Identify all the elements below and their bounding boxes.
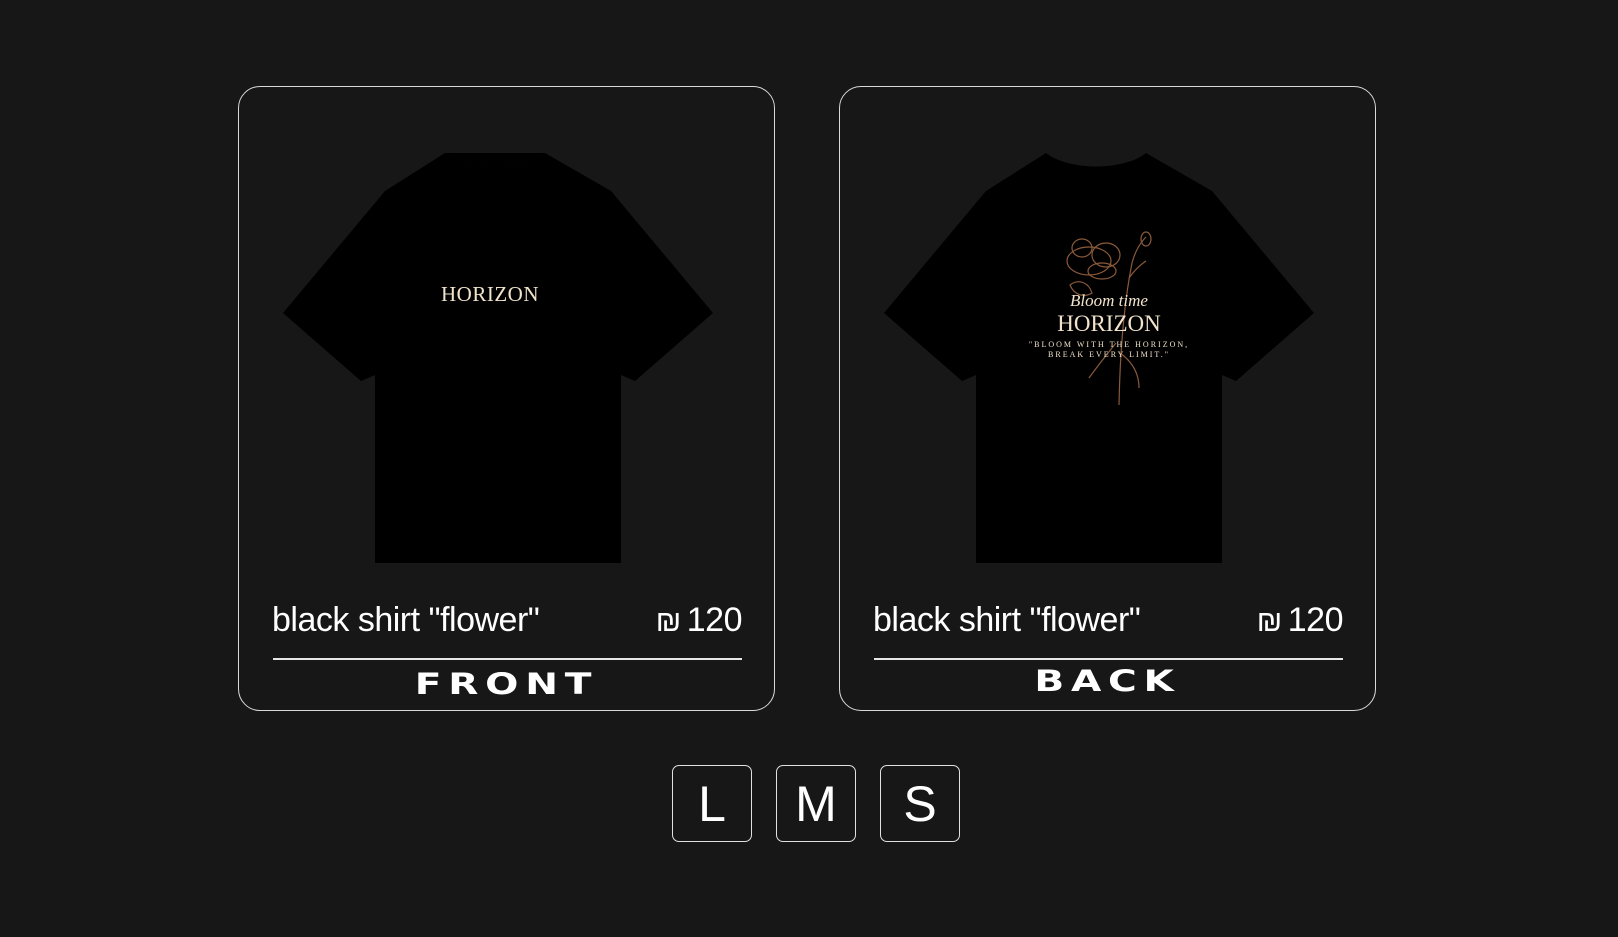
- product-name: black shirt "flower": [873, 600, 1141, 639]
- product-card-back[interactable]: Bloom time HORIZON "BLOOM WITH THE HORIZ…: [839, 86, 1376, 711]
- product-info-row: black shirt "flower" ₪ 120: [873, 600, 1344, 640]
- tshirt-back-image: Bloom time HORIZON "BLOOM WITH THE HORIZ…: [884, 153, 1316, 563]
- side-label-back: BACK: [1034, 664, 1181, 698]
- tshirt-front-image: HORIZON: [283, 153, 715, 563]
- product-price: ₪ 120: [1256, 600, 1344, 640]
- product-price: ₪ 120: [655, 600, 743, 640]
- price-value: 120: [1287, 600, 1344, 639]
- product-card-front[interactable]: HORIZON black shirt "flower" ₪ 120 FRONT: [238, 86, 775, 711]
- divider: [874, 658, 1343, 660]
- size-button-m[interactable]: M: [776, 765, 856, 842]
- divider: [273, 658, 742, 660]
- back-print-quote-1: "BLOOM WITH THE HORIZON,: [1029, 340, 1189, 349]
- back-print-title: HORIZON: [1057, 311, 1161, 336]
- price-value: 120: [686, 600, 743, 639]
- product-info-row: black shirt "flower" ₪ 120: [272, 600, 743, 640]
- back-print-quote-2: BREAK EVERY LIMIT.": [1048, 350, 1170, 359]
- back-print-script: Bloom time: [1070, 291, 1148, 310]
- currency-symbol: ₪: [655, 604, 681, 638]
- product-page: HORIZON black shirt "flower" ₪120 FRONT: [0, 0, 1618, 937]
- front-print-text: HORIZON: [441, 282, 539, 306]
- size-button-l[interactable]: L: [672, 765, 752, 842]
- product-name: black shirt "flower": [272, 600, 540, 639]
- currency-symbol: ₪: [1256, 604, 1282, 638]
- size-button-s[interactable]: S: [880, 765, 960, 842]
- size-selector: L M S: [672, 765, 960, 842]
